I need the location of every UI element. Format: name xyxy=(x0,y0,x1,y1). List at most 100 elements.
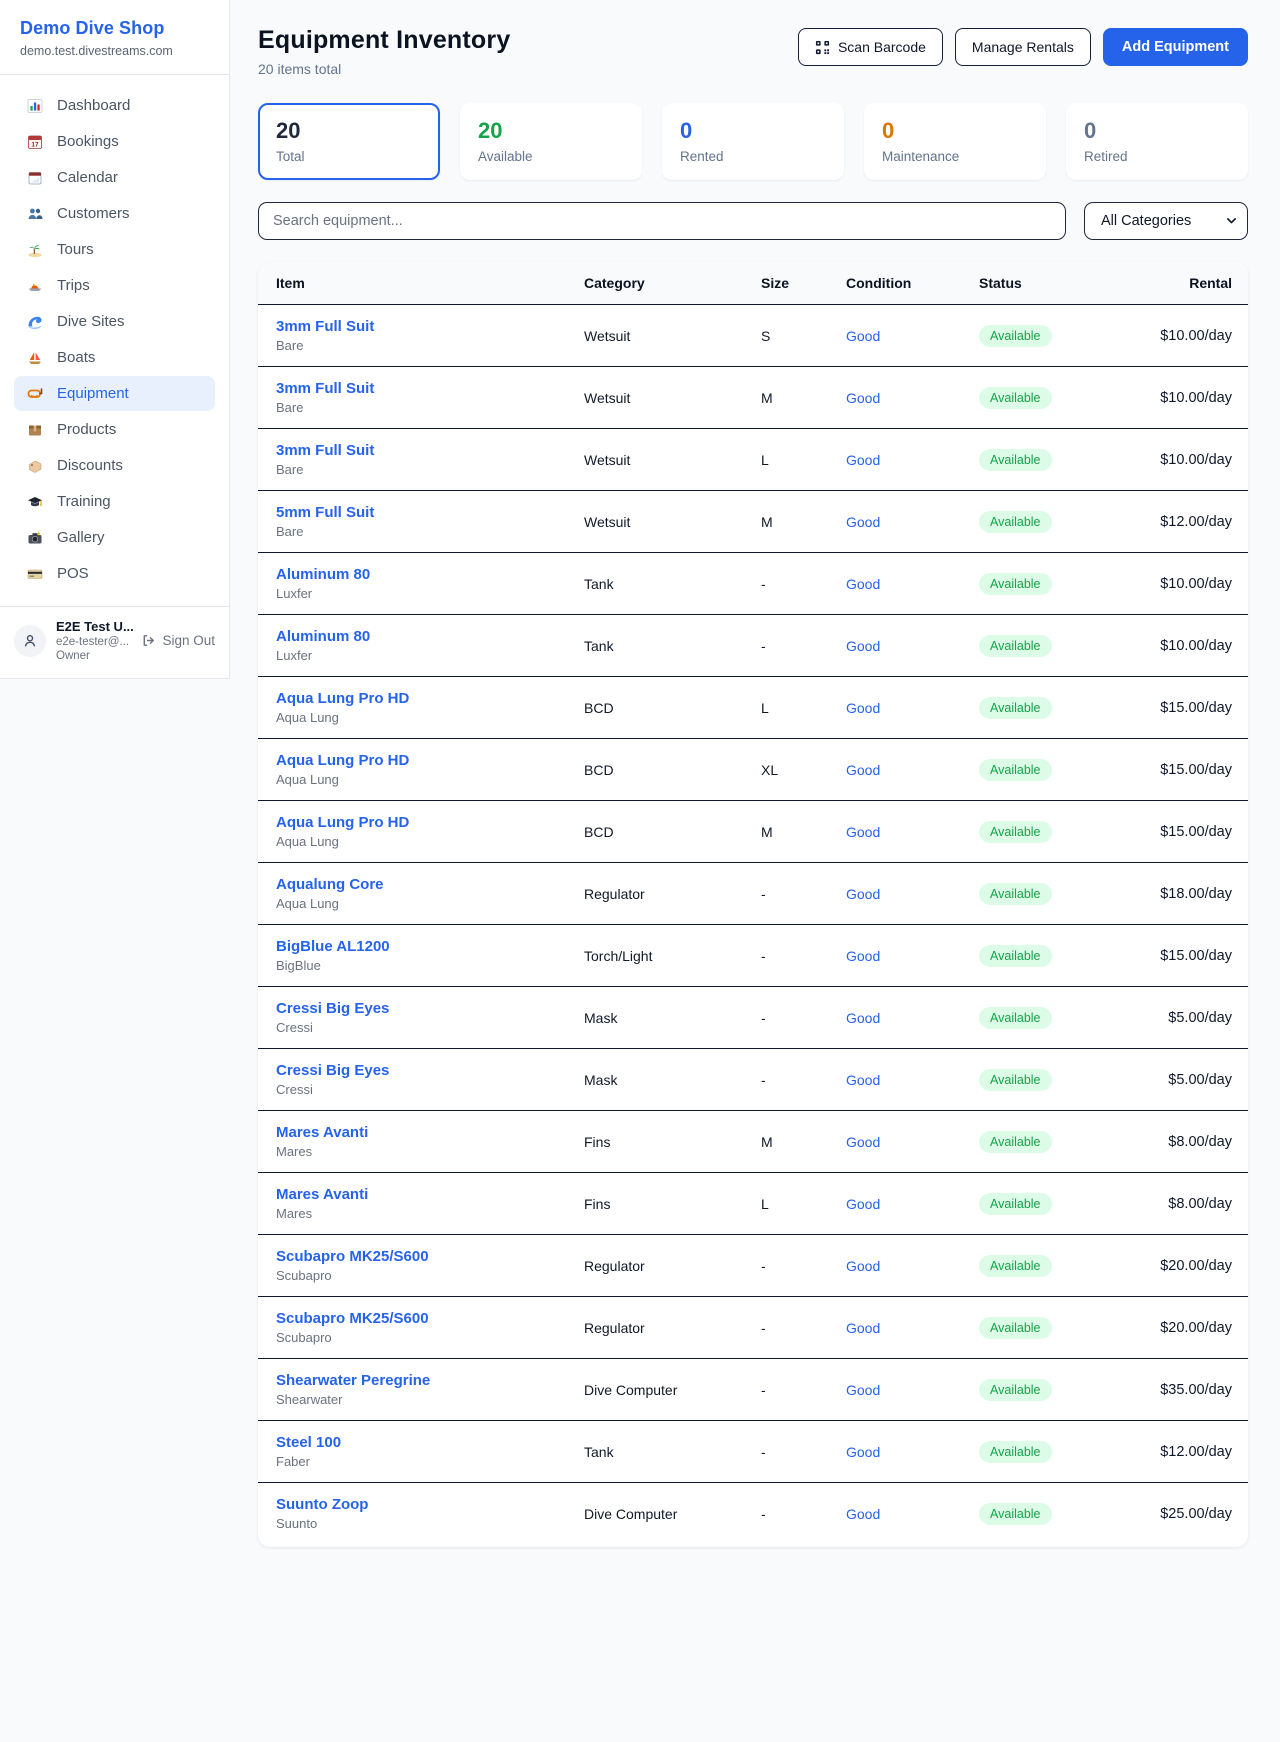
item-name-link[interactable]: Aqua Lung Pro HD xyxy=(276,690,584,707)
condition-link[interactable]: Good xyxy=(846,762,979,778)
condition-link[interactable]: Good xyxy=(846,700,979,716)
table-row: Cressi Big EyesCressiMask-GoodAvailable$… xyxy=(258,1048,1248,1110)
condition-link[interactable]: Good xyxy=(846,328,979,344)
condition-link[interactable]: Good xyxy=(846,452,979,468)
sidebar-item-tours[interactable]: Tours xyxy=(14,232,215,267)
sidebar-item-dive-sites[interactable]: Dive Sites xyxy=(14,304,215,339)
item-name-link[interactable]: Scubapro MK25/S600 xyxy=(276,1248,584,1265)
item-brand: Shearwater xyxy=(276,1392,584,1407)
sidebar-item-boats[interactable]: Boats xyxy=(14,340,215,375)
item-name-link[interactable]: Cressi Big Eyes xyxy=(276,1062,584,1079)
condition-link[interactable]: Good xyxy=(846,390,979,406)
sidebar-item-calendar[interactable]: Calendar xyxy=(14,160,215,195)
status-cell: Available xyxy=(979,1131,1099,1153)
condition-link[interactable]: Good xyxy=(846,1444,979,1460)
rental-cell: $25.00/day xyxy=(1099,1506,1232,1522)
condition-link[interactable]: Good xyxy=(846,1134,979,1150)
item-name-link[interactable]: Mares Avanti xyxy=(276,1186,584,1203)
col-header-category: Category xyxy=(584,275,761,291)
sidebar-item-customers[interactable]: Customers xyxy=(14,196,215,231)
sidebar-item-discounts[interactable]: Discounts xyxy=(14,448,215,483)
sidebar-item-label: Equipment xyxy=(57,385,129,402)
stat-card-available[interactable]: 20Available xyxy=(460,103,642,180)
status-badge: Available xyxy=(979,1007,1052,1029)
sidebar-item-products[interactable]: Products xyxy=(14,412,215,447)
condition-link[interactable]: Good xyxy=(846,576,979,592)
item-name-link[interactable]: 3mm Full Suit xyxy=(276,318,584,335)
status-badge: Available xyxy=(979,1317,1052,1339)
manage-rentals-button[interactable]: Manage Rentals xyxy=(955,28,1091,66)
stat-card-retired[interactable]: 0Retired xyxy=(1066,103,1248,180)
sidebar-item-label: POS xyxy=(57,565,89,582)
sign-out-button[interactable]: Sign Out xyxy=(141,633,215,648)
item-brand: Aqua Lung xyxy=(276,834,584,849)
sidebar-item-pos[interactable]: POS xyxy=(14,556,215,591)
stat-value: 20 xyxy=(478,118,624,144)
item-name-link[interactable]: Aqua Lung Pro HD xyxy=(276,752,584,769)
item-name-link[interactable]: Cressi Big Eyes xyxy=(276,1000,584,1017)
condition-link[interactable]: Good xyxy=(846,1258,979,1274)
sidebar-item-dashboard[interactable]: Dashboard xyxy=(14,88,215,123)
stat-card-total[interactable]: 20Total xyxy=(258,103,440,180)
sidebar-item-training[interactable]: Training xyxy=(14,484,215,519)
condition-link[interactable]: Good xyxy=(846,514,979,530)
sidebar-item-bookings[interactable]: 17Bookings xyxy=(14,124,215,159)
condition-link[interactable]: Good xyxy=(846,1320,979,1336)
sign-out-label: Sign Out xyxy=(162,633,215,648)
item-name-link[interactable]: Aluminum 80 xyxy=(276,566,584,583)
status-cell: Available xyxy=(979,1441,1099,1463)
avatar xyxy=(14,625,46,657)
item-cell: Shearwater Peregrine Shearwater xyxy=(276,1372,584,1407)
item-name-link[interactable]: Aqualung Core xyxy=(276,876,584,893)
category-cell: Fins xyxy=(584,1134,761,1150)
item-name-link[interactable]: 3mm Full Suit xyxy=(276,380,584,397)
condition-link[interactable]: Good xyxy=(846,638,979,654)
stat-card-rented[interactable]: 0Rented xyxy=(662,103,844,180)
category-cell: Tank xyxy=(584,576,761,592)
item-name-link[interactable]: Steel 100 xyxy=(276,1434,584,1451)
item-name-link[interactable]: Scubapro MK25/S600 xyxy=(276,1310,584,1327)
status-cell: Available xyxy=(979,1007,1099,1029)
status-cell: Available xyxy=(979,1255,1099,1277)
category-select[interactable]: All Categories xyxy=(1084,202,1248,240)
label-tag-icon xyxy=(26,458,44,474)
condition-link[interactable]: Good xyxy=(846,1010,979,1026)
stat-card-maintenance[interactable]: 0Maintenance xyxy=(864,103,1046,180)
category-cell: Dive Computer xyxy=(584,1382,761,1398)
rental-cell: $8.00/day xyxy=(1099,1196,1232,1212)
table-row: Mares AvantiMaresFinsMGoodAvailable$8.00… xyxy=(258,1110,1248,1172)
sailboat-icon xyxy=(26,350,44,366)
item-name-link[interactable]: Aqua Lung Pro HD xyxy=(276,814,584,831)
item-name-link[interactable]: Aluminum 80 xyxy=(276,628,584,645)
item-name-link[interactable]: 5mm Full Suit xyxy=(276,504,584,521)
item-name-link[interactable]: 3mm Full Suit xyxy=(276,442,584,459)
item-cell: 3mm Full SuitBare xyxy=(276,380,584,415)
item-name-link[interactable]: Shearwater Peregrine xyxy=(276,1372,584,1389)
search-input[interactable] xyxy=(258,202,1066,240)
scan-barcode-button[interactable]: Scan Barcode xyxy=(798,28,943,66)
item-name-link[interactable]: BigBlue AL1200 xyxy=(276,938,584,955)
condition-link[interactable]: Good xyxy=(846,1382,979,1398)
condition-link[interactable]: Good xyxy=(846,1506,979,1522)
size-cell: - xyxy=(761,1444,846,1460)
item-name-link[interactable]: Mares Avanti xyxy=(276,1124,584,1141)
item-name-link[interactable]: Suunto Zoop xyxy=(276,1496,584,1513)
sidebar-item-trips[interactable]: Trips xyxy=(14,268,215,303)
add-equipment-button[interactable]: Add Equipment xyxy=(1103,28,1248,66)
condition-link[interactable]: Good xyxy=(846,1072,979,1088)
status-badge: Available xyxy=(979,759,1052,781)
rental-cell: $15.00/day xyxy=(1099,824,1232,840)
sidebar-item-equipment[interactable]: Equipment xyxy=(14,376,215,411)
sidebar-item-gallery[interactable]: Gallery xyxy=(14,520,215,555)
rental-cell: $12.00/day xyxy=(1099,514,1232,530)
condition-link[interactable]: Good xyxy=(846,824,979,840)
table-row: 3mm Full SuitBareWetsuitSGoodAvailable$1… xyxy=(258,304,1248,366)
condition-link[interactable]: Good xyxy=(846,948,979,964)
condition-link[interactable]: Good xyxy=(846,886,979,902)
table-row: Shearwater Peregrine ShearwaterDive Compu… xyxy=(258,1358,1248,1420)
condition-link[interactable]: Good xyxy=(846,1196,979,1212)
sidebar-item-label: Dive Sites xyxy=(57,313,125,330)
size-cell: M xyxy=(761,1134,846,1150)
rental-cell: $20.00/day xyxy=(1099,1320,1232,1336)
table-body: 3mm Full SuitBareWetsuitSGoodAvailable$1… xyxy=(258,304,1248,1544)
